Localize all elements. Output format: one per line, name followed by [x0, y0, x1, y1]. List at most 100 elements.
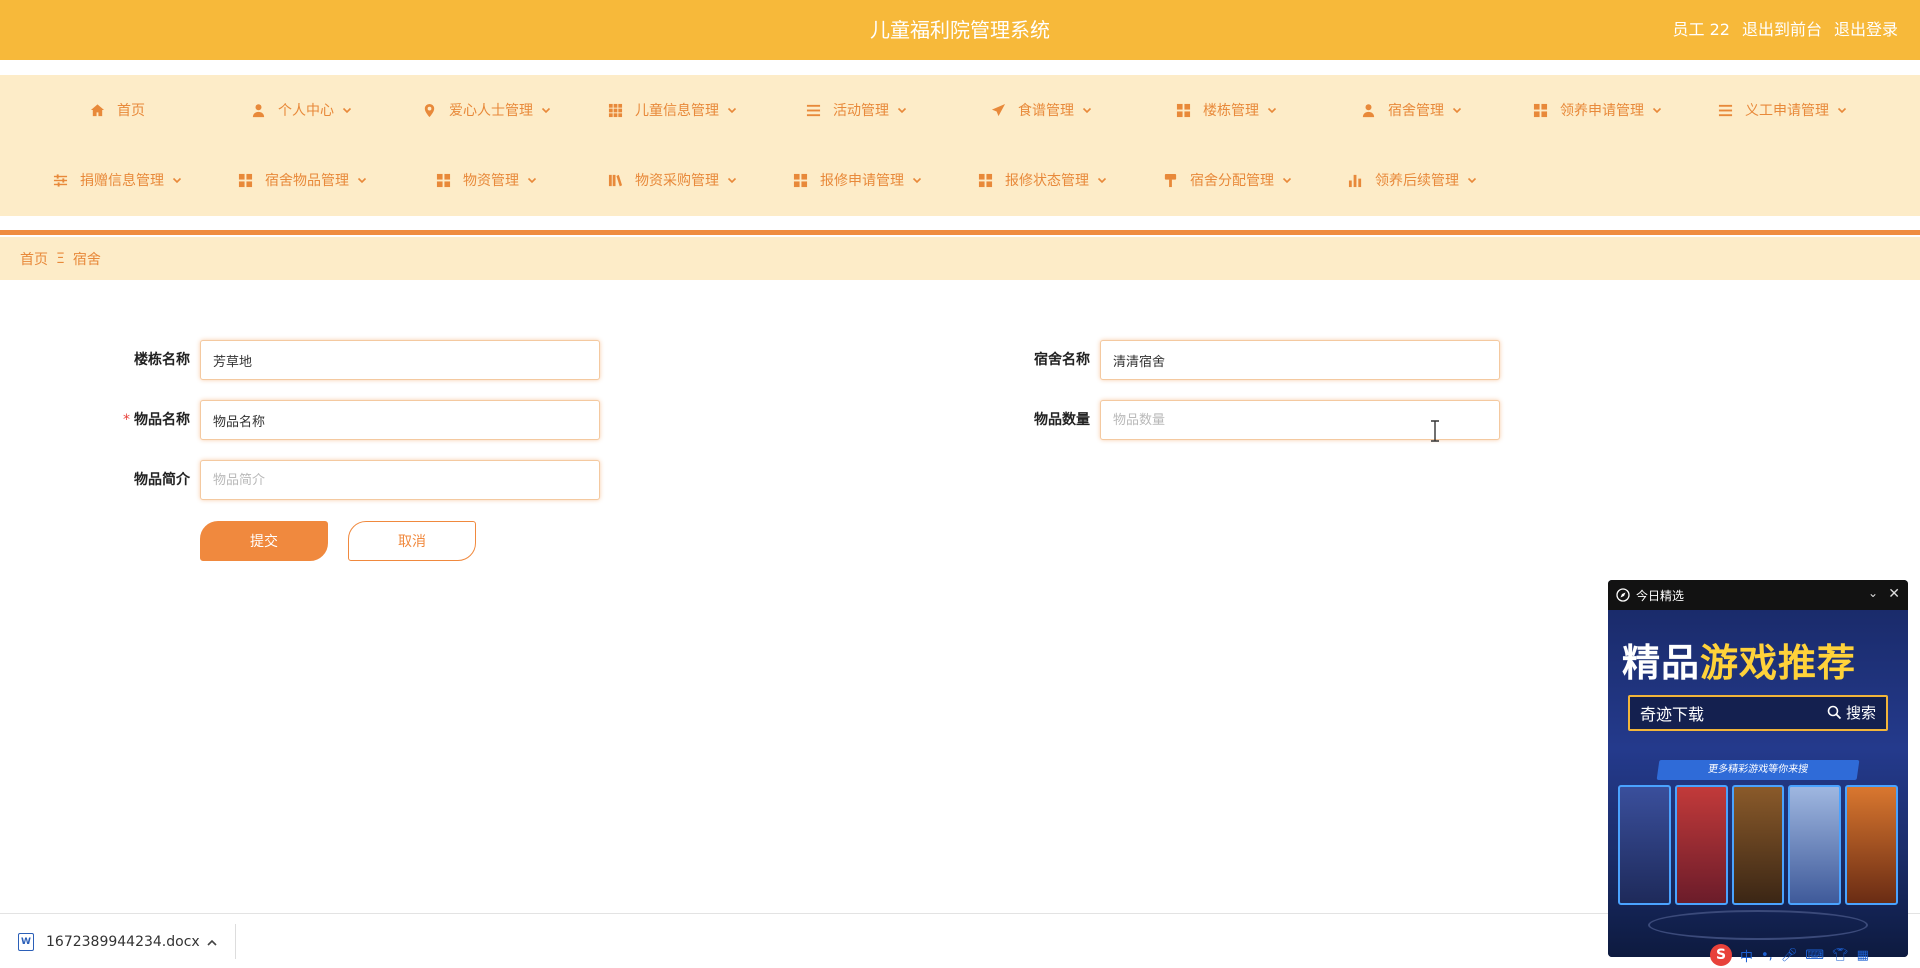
apps-icon	[1175, 102, 1191, 118]
nav-item-label: 儿童信息管理	[635, 103, 719, 119]
chevron-down-icon	[1452, 105, 1462, 115]
collapse-icon[interactable]: ⌄	[1868, 586, 1878, 600]
item-name-label-wrap: * 物品名称	[110, 400, 190, 440]
nav-item-dorms[interactable]: 宿舍管理	[1360, 75, 1462, 145]
chevron-down-icon	[897, 105, 907, 115]
ad-title-white: 精品	[1622, 641, 1701, 685]
ad-character-card	[1618, 785, 1671, 905]
microphone-icon[interactable]: 🎤︎	[1781, 948, 1798, 963]
nav-item-activities[interactable]: 活动管理	[805, 75, 907, 145]
item-description-input[interactable]	[200, 460, 600, 500]
apps-icon	[1532, 102, 1548, 118]
nav-item-adoption-followup[interactable]: 领养后续管理	[1347, 145, 1477, 215]
ad-search-button[interactable]: 搜索	[1827, 702, 1876, 723]
apps-icon	[792, 172, 808, 188]
nav-item-repair-status[interactable]: 报修状态管理	[977, 145, 1107, 215]
nav-item-buildings[interactable]: 楼栋管理	[1175, 75, 1277, 145]
nav-item-label: 领养后续管理	[1375, 173, 1459, 189]
chevron-down-icon	[541, 105, 551, 115]
back-to-front-link[interactable]: 退出到前台	[1742, 0, 1822, 60]
chevron-down-icon	[1097, 175, 1107, 185]
list-icon	[1717, 102, 1733, 118]
sogou-logo-icon[interactable]: S	[1710, 944, 1732, 966]
nav-item-children-info[interactable]: 儿童信息管理	[607, 75, 737, 145]
nav-item-label: 爱心人士管理	[449, 103, 533, 119]
nav-item-purchasing[interactable]: 物资采购管理	[607, 145, 737, 215]
punctuation-icon[interactable]: •,	[1761, 948, 1773, 963]
item-name-input[interactable]	[200, 400, 600, 440]
item-quantity-label: 物品数量	[1034, 412, 1090, 428]
logout-link[interactable]: 退出登录	[1834, 0, 1898, 60]
nav-item-dorm-assign[interactable]: 宿舍分配管理	[1162, 145, 1292, 215]
nav-item-repair-apply[interactable]: 报修申请管理	[792, 145, 922, 215]
ad-character-cards	[1618, 785, 1898, 905]
chevron-down-icon	[727, 175, 737, 185]
dorm-name-input[interactable]	[1100, 340, 1500, 380]
ad-banner: 更多精彩游戏等你来搜	[1656, 760, 1860, 780]
ad-title: 精品游戏推荐	[1622, 632, 1856, 687]
chevron-down-icon	[172, 175, 182, 185]
paper-plane-icon	[990, 102, 1006, 118]
nav-item-label: 报修状态管理	[1005, 173, 1089, 189]
download-file-name: 1672389944234.docx	[46, 933, 200, 950]
download-bar-separator	[235, 924, 236, 959]
ad-popup: 今日精选 ⌄ ✕ 精品游戏推荐 奇迹下载 搜索 更多精彩游戏等你来搜	[1608, 580, 1908, 957]
skin-icon[interactable]: 👕︎	[1832, 948, 1849, 963]
ad-content[interactable]: 精品游戏推荐 奇迹下载 搜索 更多精彩游戏等你来搜	[1608, 610, 1908, 957]
search-icon	[1827, 705, 1842, 720]
item-quantity-input[interactable]	[1100, 400, 1500, 440]
top-header: 儿童福利院管理系统 员工 22 退出到前台 退出登录	[0, 0, 1920, 60]
nav-row-2: 捐赠信息管理 宿舍物品管理 物资管理 物资采购管理 报修申请管理 报修状态管理	[0, 145, 1920, 215]
chevron-up-icon[interactable]	[205, 935, 219, 949]
grid-icon	[607, 102, 623, 118]
building-name-input[interactable]	[200, 340, 600, 380]
nav-item-supplies[interactable]: 物资管理	[435, 145, 537, 215]
nav-item-home[interactable]: 首页	[89, 75, 145, 145]
nav-item-personal-center[interactable]: 个人中心	[250, 75, 352, 145]
chevron-down-icon	[357, 175, 367, 185]
nav-item-adoption-apply[interactable]: 领养申请管理	[1532, 75, 1662, 145]
books-icon	[607, 172, 623, 188]
ad-search-button-label: 搜索	[1845, 704, 1876, 722]
nav-item-volunteer-apply[interactable]: 义工申请管理	[1717, 75, 1847, 145]
nav-item-donations[interactable]: 捐赠信息管理	[52, 145, 182, 215]
nav-item-volunteers[interactable]: 爱心人士管理	[421, 75, 551, 145]
required-mark: *	[123, 412, 130, 428]
chevron-down-icon	[1652, 105, 1662, 115]
dorm-name-label: 宿舍名称	[1034, 352, 1090, 368]
current-user: 员工 22	[1672, 20, 1730, 39]
nav-item-label: 宿舍物品管理	[265, 173, 349, 189]
toolbox-icon[interactable]: ▦	[1857, 948, 1869, 963]
breadcrumb-home[interactable]: 首页	[20, 249, 48, 269]
ad-header-title: 今日精选	[1636, 588, 1685, 603]
nav-item-dorm-items[interactable]: 宿舍物品管理	[237, 145, 367, 215]
nav-item-recipes[interactable]: 食谱管理	[990, 75, 1092, 145]
keyboard-icon[interactable]: ⌨	[1805, 948, 1824, 963]
user-icon	[250, 102, 266, 118]
chevron-down-icon	[1267, 105, 1277, 115]
user-icon	[1360, 102, 1376, 118]
bar-chart-icon	[1347, 172, 1363, 188]
chevron-down-icon	[1837, 105, 1847, 115]
close-icon[interactable]: ✕	[1888, 586, 1900, 602]
nav-item-label: 食谱管理	[1018, 103, 1074, 119]
ime-mode[interactable]: 中	[1740, 946, 1753, 965]
building-name-label: 楼栋名称	[134, 352, 190, 368]
download-item[interactable]: W 1672389944234.docx	[18, 914, 200, 968]
cancel-button[interactable]: 取消	[348, 521, 476, 561]
ad-title-yellow: 游戏推荐	[1700, 641, 1857, 685]
nav-row-1: 首页 个人中心 爱心人士管理 儿童信息管理 活动管理 食谱管理 楼栋管理 宿舍管…	[0, 75, 1920, 145]
ad-header: 今日精选 ⌄ ✕	[1608, 580, 1908, 610]
app-title: 儿童福利院管理系统	[870, 18, 1050, 42]
text-cursor-icon	[1431, 420, 1439, 442]
accent-divider	[0, 230, 1920, 235]
list-icon	[805, 102, 821, 118]
nav-item-label: 捐赠信息管理	[80, 173, 164, 189]
ad-platform	[1648, 910, 1868, 940]
ad-search-box[interactable]: 奇迹下载 搜索	[1628, 695, 1888, 731]
chevron-down-icon	[342, 105, 352, 115]
nav-item-label: 物资管理	[463, 173, 519, 189]
ad-character-card	[1674, 785, 1728, 905]
nav-item-label: 领养申请管理	[1560, 103, 1644, 119]
submit-button[interactable]: 提交	[200, 521, 328, 561]
